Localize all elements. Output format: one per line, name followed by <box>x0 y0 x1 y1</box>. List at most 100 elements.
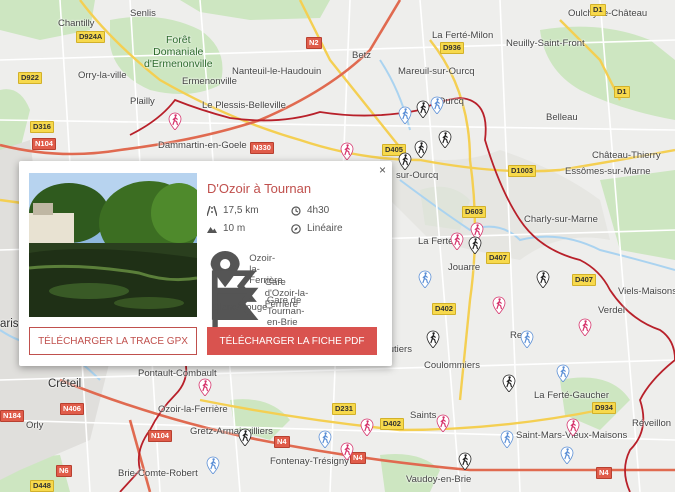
hike-title: D'Ozoir à Tournan <box>207 181 312 196</box>
road-label: N6 <box>56 465 72 477</box>
hiker-pin-icon[interactable] <box>536 270 550 288</box>
place-plessis: Le Plessis-Belleville <box>202 100 286 111</box>
elevation-value: 10 m <box>223 223 246 234</box>
road-label: N104 <box>32 138 56 150</box>
hiker-pin-icon[interactable] <box>206 456 220 474</box>
hike-photo <box>29 173 197 317</box>
place-ferte-milon: La Ferté-Milon <box>432 30 494 41</box>
place-ferte-jouarre: La Ferté <box>418 236 454 247</box>
place-ermenonville: Ermenonville <box>182 76 237 87</box>
road-label: D448 <box>30 480 54 492</box>
hiker-pin-icon[interactable] <box>556 364 570 382</box>
place-belleau: Belleau <box>546 112 578 123</box>
hiker-pin-icon[interactable] <box>458 452 472 470</box>
place-coulommiers: Coulommiers <box>424 360 480 371</box>
place-paris: aris <box>0 318 19 330</box>
type-stat: Linéaire <box>291 223 343 234</box>
hiker-pin-icon[interactable] <box>502 374 516 392</box>
place-dammartin: Dammartin-en-Goele <box>158 140 247 151</box>
road-label: N4 <box>596 467 612 479</box>
road-label: D402 <box>380 418 404 430</box>
hiker-pin-icon[interactable] <box>560 446 574 464</box>
place-senlis: Senlis <box>130 8 156 19</box>
hiker-pin-icon[interactable] <box>168 112 182 130</box>
hiker-pin-icon[interactable] <box>360 418 374 436</box>
road-label: D402 <box>432 303 456 315</box>
type-value: Linéaire <box>307 223 343 234</box>
hiker-pin-icon[interactable] <box>430 96 444 114</box>
place-essomes: Essômes-sur-Marne <box>565 166 651 177</box>
road-label: D1 <box>614 86 630 98</box>
road-label: D934 <box>592 402 616 414</box>
download-pdf-button[interactable]: TÉLÉCHARGER LA FICHE PDF <box>207 327 377 355</box>
hiker-pin-icon[interactable] <box>578 318 592 336</box>
place-fontenay: Fontenay-Trésigny <box>270 456 349 467</box>
road-label: D231 <box>332 403 356 415</box>
hiker-pin-icon[interactable] <box>318 430 332 448</box>
end-station-label: Gare de Tournan-en-Brie <box>266 295 305 329</box>
place-orry: Orry-la-ville <box>78 70 127 81</box>
place-reveillon: Réveillon <box>632 418 672 429</box>
hiker-pin-icon[interactable] <box>398 152 412 170</box>
hiker-pin-icon[interactable] <box>416 100 430 118</box>
place-brie: Brie-Comte-Robert <box>118 468 198 479</box>
road-label: D603 <box>462 206 486 218</box>
duration-stat: 4h30 <box>291 205 329 216</box>
hiker-pin-icon[interactable] <box>468 236 482 254</box>
road-label: N4 <box>274 436 290 448</box>
place-ferte-gaucher: La Ferté-Gaucher <box>534 390 609 401</box>
place-ozoir: Ozoir-la-Ferrière <box>158 404 228 415</box>
hiker-pin-icon[interactable] <box>450 232 464 250</box>
place-orly: Orly <box>26 420 44 431</box>
place-charly: Charly-sur-Marne <box>524 214 598 225</box>
road-label: D924A <box>76 31 106 43</box>
hiker-pin-icon[interactable] <box>426 330 440 348</box>
marking-label: Blanc/Rouge <box>213 302 268 313</box>
hike-popup: × D'Ozoir à Tournan 17,5 km 4h30 10 m Li… <box>19 161 392 366</box>
hiker-pin-icon[interactable] <box>198 378 212 396</box>
close-icon[interactable]: × <box>379 163 386 177</box>
place-plailly: Plailly <box>130 96 155 107</box>
hiker-pin-icon[interactable] <box>566 418 580 436</box>
hiker-pin-icon[interactable] <box>340 442 354 460</box>
hiker-pin-icon[interactable] <box>520 330 534 348</box>
road-label: D407 <box>486 252 510 264</box>
hiker-pin-icon[interactable] <box>492 296 506 314</box>
mountain-icon <box>207 226 217 233</box>
road-label: N2 <box>306 37 322 49</box>
hiker-pin-icon[interactable] <box>340 142 354 160</box>
duration-value: 4h30 <box>307 205 330 216</box>
hiker-pin-icon[interactable] <box>438 130 452 148</box>
place-oulchy: Oulchy-le-Château <box>568 8 648 19</box>
place-forest: Forêt Domaniale d'Ermenonville <box>144 34 213 70</box>
place-neuilly: Neuilly-Saint-Front <box>506 38 585 49</box>
place-gretz: Gretz-Armainvilliers <box>190 426 273 437</box>
download-gpx-button[interactable]: TÉLÉCHARGER LA TRACE GPX <box>29 327 197 355</box>
place-nanteuil: Nanteuil-le-Haudouin <box>232 66 322 77</box>
place-jouarre: Jouarre <box>448 262 481 273</box>
hiker-pin-icon[interactable] <box>414 140 428 158</box>
place-chateau-thierry: Château-Thierry <box>592 150 661 161</box>
road-label: N104 <box>148 430 172 442</box>
place-mareuil: Mareuil-sur-Ourcq <box>398 66 475 77</box>
road-label: D407 <box>572 274 596 286</box>
road-label: D1 <box>590 4 606 16</box>
hiker-pin-icon[interactable] <box>500 430 514 448</box>
road-icon <box>207 205 217 216</box>
hiker-pin-icon[interactable] <box>398 106 412 124</box>
map[interactable]: Chantilly Senlis Orry-la-ville Forêt Dom… <box>0 0 675 492</box>
distance-value: 17,5 km <box>223 205 259 216</box>
place-creteil: Créteil <box>48 378 82 390</box>
compass-icon <box>291 223 301 234</box>
hiker-pin-icon[interactable] <box>418 270 432 288</box>
place-verdel: Verdel <box>598 305 625 316</box>
distance-stat: 17,5 km <box>207 205 259 216</box>
clock-icon <box>291 205 301 216</box>
place-betz: Betz <box>352 50 372 61</box>
hiker-pin-icon[interactable] <box>238 428 252 446</box>
hiker-pin-icon[interactable] <box>436 414 450 432</box>
road-label: D1003 <box>508 165 537 177</box>
road-label: D936 <box>440 42 464 54</box>
place-saints: Saints <box>410 410 437 421</box>
road-label: N184 <box>0 410 24 422</box>
